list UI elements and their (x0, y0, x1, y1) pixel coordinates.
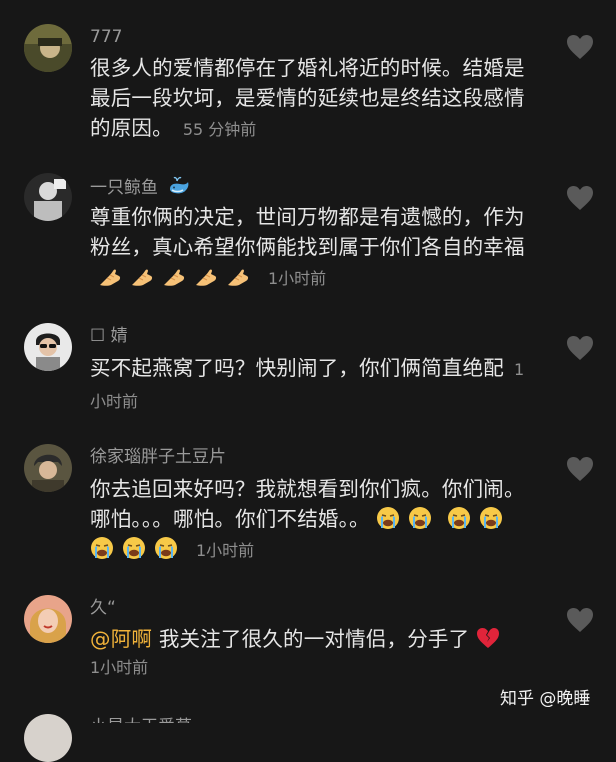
username[interactable]: 徐家瑙胖子土豆片 (90, 446, 226, 468)
comment-body: 我关注了很久的一对情侣，分手了 (158, 627, 470, 651)
timestamp: 1小时前 (196, 541, 255, 560)
crying-face-emoji (408, 506, 432, 530)
pinched-hand-emoji (162, 264, 186, 288)
comment-body: 尊重你俩的决定，世间万物都是有遗憾的，作为粉丝，真心希望你俩能找到属于你们各自的… (90, 205, 525, 259)
emoji-group (98, 265, 258, 289)
comment-text: 你去追回来好吗？我就想看到你们疯。你们闹。哪怕。。。哪怕。你们不结婚。。 1小时… (90, 474, 538, 566)
avatar[interactable] (24, 714, 72, 762)
username[interactable]: 久“ (90, 597, 116, 619)
timestamp: 55 分钟前 (182, 120, 257, 139)
like-heart-icon[interactable] (566, 335, 594, 361)
comment-text: 买不起燕窝了吗？快别闹了，你们俩简直绝配 1小时前 (90, 353, 538, 417)
pinched-hand-emoji (98, 264, 122, 288)
username[interactable]: 777 (90, 26, 122, 48)
pinched-hand-emoji (130, 264, 154, 288)
watermark: 知乎 @晚睡 (500, 689, 591, 709)
mention-link[interactable]: @阿啊 (90, 627, 152, 651)
crying-face-emoji (90, 536, 114, 560)
avatar[interactable] (24, 323, 72, 371)
pinched-hand-emoji (226, 264, 250, 288)
avatar[interactable] (24, 24, 72, 72)
comment-body: 很多人的爱情都停在了婚礼将近的时候。结婚是最后一段坎坷，是爱情的延续也是终结这段… (90, 56, 525, 140)
like-heart-icon[interactable] (566, 456, 594, 482)
avatar[interactable] (24, 595, 72, 643)
pinched-hand-emoji (194, 264, 218, 288)
comment-text: @阿啊 我关注了很久的一对情侣，分手了 (90, 624, 538, 654)
username[interactable]: ☐ 婧 (90, 325, 128, 347)
crying-face-emoji (122, 536, 146, 560)
avatar[interactable] (24, 173, 72, 221)
comment-body: 买不起燕窝了吗？快别闹了，你们俩简直绝配 (90, 356, 504, 380)
timestamp: 1小时前 (90, 658, 149, 677)
crying-face-emoji (447, 506, 471, 530)
broken-heart-emoji (476, 626, 500, 650)
avatar[interactable] (24, 444, 72, 492)
crying-face-emoji (154, 536, 178, 560)
like-heart-icon[interactable] (566, 607, 594, 633)
comment-text: 尊重你俩的决定，世间万物都是有遗憾的，作为粉丝，真心希望你俩能找到属于你们各自的… (90, 202, 538, 294)
like-heart-icon[interactable] (566, 185, 594, 211)
crying-face-emoji (479, 506, 503, 530)
whale-emoji (167, 175, 191, 199)
crying-face-emoji (376, 506, 400, 530)
like-heart-icon[interactable] (566, 34, 594, 60)
timestamp: 1小时前 (268, 269, 327, 288)
username-text: 一只鲸鱼 (90, 178, 158, 198)
comment-text: 很多人的爱情都停在了婚礼将近的时候。结婚是最后一段坎坷，是爱情的延续也是终结这段… (90, 53, 538, 145)
username[interactable]: 小星大王爱草 (90, 716, 192, 723)
username[interactable]: 一只鲸鱼 (90, 175, 199, 199)
